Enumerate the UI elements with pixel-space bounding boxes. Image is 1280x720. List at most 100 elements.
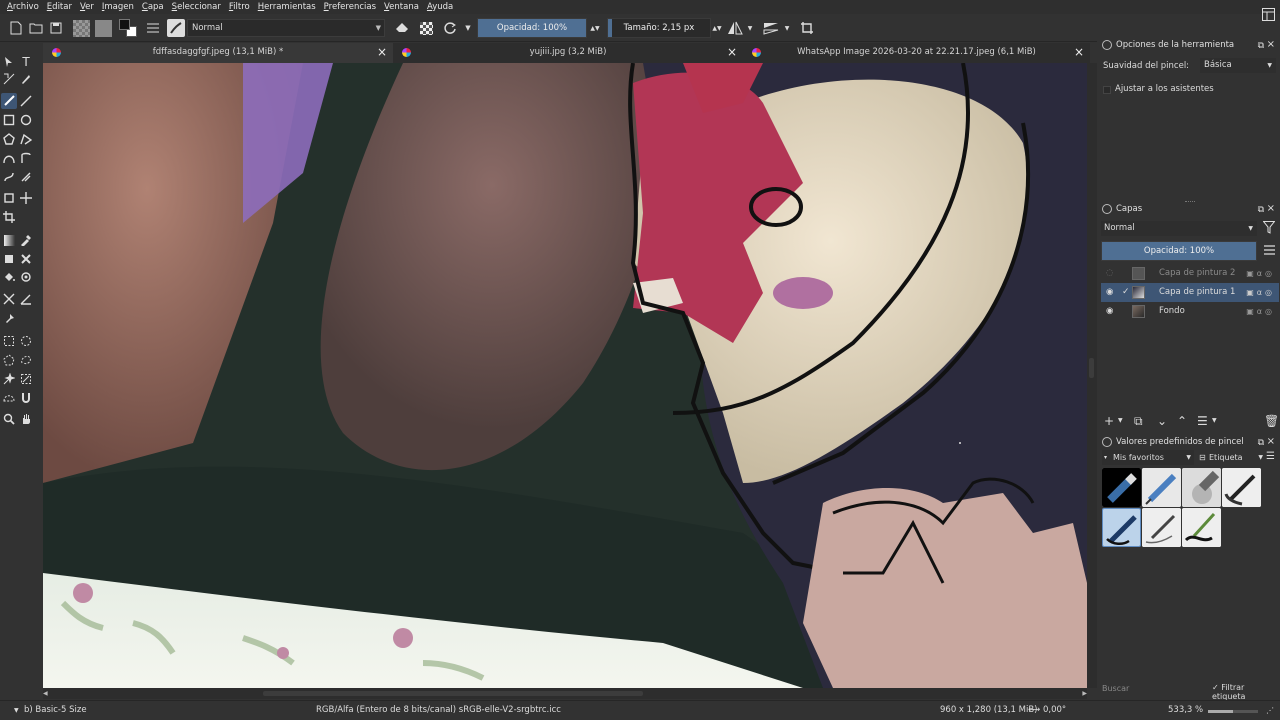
horizontal-scroll-thumb[interactable] — [263, 691, 643, 696]
mirror-horizontal-icon[interactable] — [726, 18, 744, 38]
pan-tool-icon[interactable] — [18, 411, 34, 427]
chevron-down-icon[interactable]: ▼ — [1212, 413, 1217, 429]
close-icon[interactable]: × — [1267, 37, 1275, 53]
menu-ver[interactable]: Ver — [76, 0, 98, 14]
open-document-icon[interactable] — [28, 18, 44, 38]
menu-archivo[interactable]: Archivo — [3, 0, 43, 14]
layer-properties-icon[interactable]: ☰ — [1197, 413, 1208, 429]
mirror-vertical-icon[interactable] — [762, 18, 780, 38]
float-docker-icon[interactable]: ⧉ — [1258, 435, 1264, 451]
fill-tool-icon[interactable] — [1, 269, 17, 285]
assistants-checkbox[interactable] — [1103, 86, 1111, 94]
blend-mode-select[interactable]: Normal ▼ — [187, 19, 385, 37]
opacity-stepper[interactable]: ▲▼ — [590, 18, 600, 38]
smoothing-select[interactable]: Básica ▼ — [1200, 58, 1276, 73]
hamburger-menu-icon[interactable] — [1264, 245, 1276, 257]
horizontal-scrollbar[interactable]: ◀ ▶ — [43, 688, 1087, 699]
vertical-scroll-thumb[interactable] — [1089, 358, 1094, 378]
preset-eraser[interactable] — [1102, 468, 1141, 507]
menu-editar[interactable]: Editar — [43, 0, 76, 14]
fg-bg-color-icon[interactable] — [117, 18, 139, 38]
enclose-fill-icon[interactable] — [18, 269, 34, 285]
document-tab-1[interactable]: fdffasdaggfgf.jpeg (13,1 MiB) * × — [43, 43, 393, 63]
menu-filtro[interactable]: Filtro — [225, 0, 254, 14]
move-tool-icon[interactable] — [18, 190, 34, 206]
chevron-down-icon[interactable]: ▼ — [1118, 413, 1123, 429]
chevron-down-icon[interactable]: ▼ — [463, 18, 473, 38]
menu-ayuda[interactable]: Ayuda — [423, 0, 457, 14]
eye-hidden-icon[interactable]: ◌ — [1106, 264, 1113, 283]
pattern-swatch-icon[interactable] — [93, 18, 113, 38]
gradient-tool-icon[interactable] — [1, 232, 17, 248]
layer-lock-icons[interactable]: ▣α◎ — [1246, 264, 1275, 283]
size-slider[interactable]: Tamaño: 2,15 px — [607, 18, 711, 38]
layer-blend-select[interactable]: Normal ▼ — [1101, 221, 1257, 236]
vertical-scrollbar[interactable] — [1087, 63, 1097, 688]
calligraphy-icon[interactable] — [18, 71, 34, 87]
chevron-down-icon[interactable]: ▼ — [783, 18, 791, 38]
select-shapes-icon[interactable] — [1, 54, 17, 70]
polyline-tool-icon[interactable] — [18, 131, 34, 147]
close-icon[interactable]: × — [1267, 434, 1275, 450]
opacity-slider[interactable]: Opacidad: 100% — [477, 18, 587, 38]
freehand-path-icon[interactable] — [18, 150, 34, 166]
add-layer-icon[interactable]: + — [1104, 413, 1114, 429]
close-icon[interactable]: × — [1267, 201, 1275, 217]
size-stepper[interactable]: ▲▼ — [712, 18, 722, 38]
duplicate-layer-icon[interactable]: ⧉ — [1134, 413, 1143, 429]
rect-select-icon[interactable] — [1, 333, 17, 349]
eraser-mode-icon[interactable] — [393, 18, 411, 38]
assistant-tool-icon[interactable] — [1, 291, 17, 307]
status-rotation[interactable]: 0,00° — [1043, 701, 1066, 720]
save-icon[interactable] — [48, 18, 64, 38]
line-tool-icon[interactable] — [18, 93, 34, 109]
scroll-right-icon[interactable]: ▶ — [1082, 690, 1087, 697]
close-icon[interactable]: × — [727, 43, 737, 61]
zoom-tool-icon[interactable] — [1, 411, 17, 427]
filter-tag-toggle[interactable]: ✓ Filtrar etiqueta — [1212, 683, 1280, 701]
filter-icon[interactable] — [1262, 221, 1277, 235]
delete-layer-icon[interactable]: 🗑 — [1264, 413, 1279, 429]
menu-imagen[interactable]: Imagen — [98, 0, 138, 14]
preset-ink-pen[interactable] — [1222, 468, 1261, 507]
brush-settings-icon[interactable] — [145, 18, 161, 38]
move-down-icon[interactable]: ⌄ — [1157, 413, 1167, 429]
tag-select[interactable]: ▾ Mis favoritos ▼ — [1102, 450, 1194, 465]
gradient-swatch-icon[interactable] — [71, 18, 91, 38]
chevron-down-icon[interactable]: ▼ — [746, 18, 754, 38]
brush-preset-icon[interactable] — [166, 18, 186, 38]
ellipse-tool-icon[interactable] — [18, 112, 34, 128]
text-tool-icon[interactable]: T — [18, 54, 34, 70]
canvas[interactable] — [43, 63, 1087, 688]
tag-button[interactable]: ⊟ Etiqueta ▼ — [1197, 450, 1263, 465]
wrap-around-icon[interactable] — [798, 18, 816, 38]
crop-transform-icon[interactable] — [1, 190, 17, 206]
rotate-icon[interactable]: ⟷ — [1028, 701, 1040, 720]
chevron-down-icon[interactable]: ▼ — [14, 701, 19, 720]
document-tab-3[interactable]: WhatsApp Image 2026-03-20 at 22.21.17.jp… — [743, 43, 1090, 63]
rectangle-tool-icon[interactable] — [1, 112, 17, 128]
eye-icon[interactable]: ◉ — [1106, 283, 1113, 302]
eye-icon[interactable]: ◉ — [1106, 302, 1113, 321]
layer-lock-icons[interactable]: ▣α◎ — [1246, 283, 1275, 302]
status-brush[interactable]: b) Basic-5 Size — [24, 701, 87, 720]
color-picker-icon[interactable] — [18, 232, 34, 248]
similar-select-icon[interactable] — [18, 371, 34, 387]
bezier-tool-icon[interactable] — [1, 150, 17, 166]
menu-preferencias[interactable]: Preferencias — [320, 0, 380, 14]
freehand-select-icon[interactable] — [18, 352, 34, 368]
bezier-select-icon[interactable] — [1, 390, 17, 406]
float-docker-icon[interactable]: ⧉ — [1258, 38, 1264, 54]
close-icon[interactable]: × — [377, 43, 387, 61]
measure-tool-icon[interactable] — [18, 291, 34, 307]
hamburger-menu-icon[interactable]: ☰ — [1266, 450, 1278, 464]
layer-lock-icons[interactable]: ▣α◎ — [1246, 302, 1275, 321]
menu-herramientas[interactable]: Herramientas — [254, 0, 320, 14]
contiguous-select-icon[interactable] — [1, 371, 17, 387]
crop-tool-icon[interactable] — [1, 209, 17, 225]
preset-marker[interactable] — [1182, 508, 1221, 547]
menu-seleccionar[interactable]: Seleccionar — [168, 0, 225, 14]
preset-selected-brush[interactable] — [1102, 508, 1141, 547]
reload-preset-icon[interactable] — [441, 18, 459, 38]
scroll-left-icon[interactable]: ◀ — [43, 690, 48, 697]
